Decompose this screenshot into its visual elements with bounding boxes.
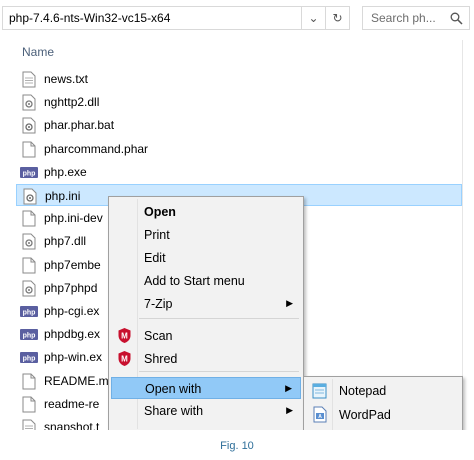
wordpad-icon: A bbox=[313, 406, 327, 423]
blank-file-icon bbox=[22, 257, 36, 274]
dll-file-icon bbox=[22, 233, 36, 250]
menu-item-edit[interactable]: Edit bbox=[111, 247, 301, 269]
search-icon bbox=[450, 12, 463, 25]
menu-item-label: Notepad bbox=[339, 384, 387, 398]
file-name: php.ini-dev bbox=[44, 211, 103, 226]
file-name: readme-re bbox=[44, 396, 100, 411]
menu-item-label: Open with bbox=[145, 382, 202, 396]
menu-item-open[interactable]: Open bbox=[111, 201, 301, 223]
php-exe-icon: php bbox=[20, 352, 38, 364]
file-name: snapshot.t bbox=[44, 420, 100, 430]
dll-file-icon bbox=[22, 94, 36, 111]
file-name: README.m bbox=[44, 373, 109, 388]
name-column-header[interactable]: Name bbox=[22, 45, 54, 59]
svg-text:php: php bbox=[23, 170, 36, 177]
search-input[interactable]: Search ph... bbox=[362, 6, 470, 30]
open-with-submenu: Notepad A WordPad bbox=[303, 376, 463, 430]
svg-text:M: M bbox=[121, 332, 128, 341]
blank-file-icon bbox=[22, 210, 36, 227]
chevron-right-icon: ▶ bbox=[286, 405, 293, 415]
chevron-right-icon: ▶ bbox=[285, 383, 292, 393]
file-name: nghttp2.dll bbox=[44, 95, 100, 110]
text-file-icon bbox=[22, 71, 36, 88]
menu-separator bbox=[139, 371, 299, 372]
menu-item-7-zip[interactable]: 7-Zip ▶ bbox=[111, 293, 301, 315]
file-name: php.ini bbox=[45, 189, 81, 203]
mcafee-icon: M bbox=[118, 328, 131, 343]
svg-text:php: php bbox=[23, 356, 36, 363]
refresh-icon[interactable]: ↻ bbox=[326, 6, 350, 30]
php-exe-icon: php bbox=[20, 329, 38, 341]
context-menu: Open Print Edit Add to Start menu 7-Zip ▶ M Sca… bbox=[108, 196, 304, 430]
file-name: phpdbg.ex bbox=[44, 327, 101, 342]
blank-file-icon bbox=[22, 396, 36, 413]
menu-item-label: Share with bbox=[144, 404, 204, 418]
menu-item-label: Print bbox=[144, 228, 170, 242]
file-name: php-cgi.ex bbox=[44, 304, 100, 318]
menu-item-label: Scan bbox=[144, 329, 173, 343]
scrollbar[interactable] bbox=[462, 40, 474, 430]
mcafee-icon: M bbox=[118, 351, 131, 366]
file-name: php7.dll bbox=[44, 234, 87, 249]
file-row[interactable]: php php.exe bbox=[16, 161, 462, 183]
text-file-icon bbox=[22, 419, 36, 430]
address-bar[interactable]: php-7.4.6-nts-Win32-vc15-x64 bbox=[2, 6, 302, 30]
bat-file-icon bbox=[22, 117, 36, 134]
svg-text:php: php bbox=[23, 310, 36, 317]
dll-file-icon bbox=[22, 280, 36, 297]
menu-item-label: 7-Zip bbox=[144, 297, 173, 311]
svg-text:php: php bbox=[23, 333, 36, 340]
file-row[interactable]: news.txt bbox=[16, 68, 462, 90]
menu-item-label: Open bbox=[144, 205, 176, 219]
menu-item-label: Edit bbox=[144, 251, 166, 265]
chevron-down-icon[interactable]: ⌄ bbox=[302, 6, 326, 30]
ini-file-icon bbox=[23, 188, 37, 205]
menu-item-shred[interactable]: M Shred bbox=[111, 348, 301, 370]
menu-item-wordpad[interactable]: A WordPad bbox=[306, 404, 460, 426]
menu-item-add-to-start-menu[interactable]: Add to Start menu bbox=[111, 270, 301, 292]
file-name: php7phpd bbox=[44, 280, 98, 295]
search-placeholder: Search ph... bbox=[371, 11, 436, 25]
menu-item-notepad[interactable]: Notepad bbox=[306, 380, 460, 402]
blank-file-icon bbox=[22, 141, 36, 158]
menu-item-label: Shred bbox=[144, 352, 178, 366]
file-row[interactable]: nghttp2.dll bbox=[16, 91, 462, 113]
menu-item-label: Add to Start menu bbox=[144, 274, 245, 288]
file-name: pharcommand.phar bbox=[44, 141, 149, 156]
menu-separator bbox=[139, 318, 299, 319]
menu-item-label: WordPad bbox=[339, 408, 391, 422]
menu-item-print[interactable]: Print bbox=[111, 224, 301, 246]
file-row[interactable]: pharcommand.phar bbox=[16, 138, 462, 160]
svg-text:M: M bbox=[121, 355, 128, 364]
svg-text:A: A bbox=[318, 414, 322, 420]
explorer-window: php-7.4.6-nts-Win32-vc15-x64 ⌄ ↻ Search … bbox=[0, 0, 474, 430]
notepad-icon bbox=[312, 383, 327, 399]
file-name: phar.phar.bat bbox=[44, 118, 115, 133]
file-row[interactable]: phar.phar.bat bbox=[16, 114, 462, 136]
menu-item-share-with[interactable]: Share with ▶ bbox=[111, 400, 301, 422]
blank-file-icon bbox=[22, 373, 36, 390]
file-name: php-win.ex bbox=[44, 350, 103, 365]
menu-item-scan[interactable]: M Scan bbox=[111, 325, 301, 347]
file-name: php7embe bbox=[44, 257, 101, 272]
file-name: php.exe bbox=[44, 164, 87, 179]
chevron-right-icon: ▶ bbox=[286, 298, 293, 308]
file-name: news.txt bbox=[44, 72, 89, 86]
address-bar-row: php-7.4.6-nts-Win32-vc15-x64 ⌄ ↻ Search … bbox=[0, 0, 474, 36]
php-exe-icon: php bbox=[20, 166, 38, 178]
figure-caption: Fig. 10 bbox=[220, 440, 254, 452]
address-path: php-7.4.6-nts-Win32-vc15-x64 bbox=[9, 11, 171, 25]
menu-item-open-with[interactable]: Open with ▶ bbox=[111, 377, 301, 399]
php-exe-icon: php bbox=[20, 306, 38, 317]
